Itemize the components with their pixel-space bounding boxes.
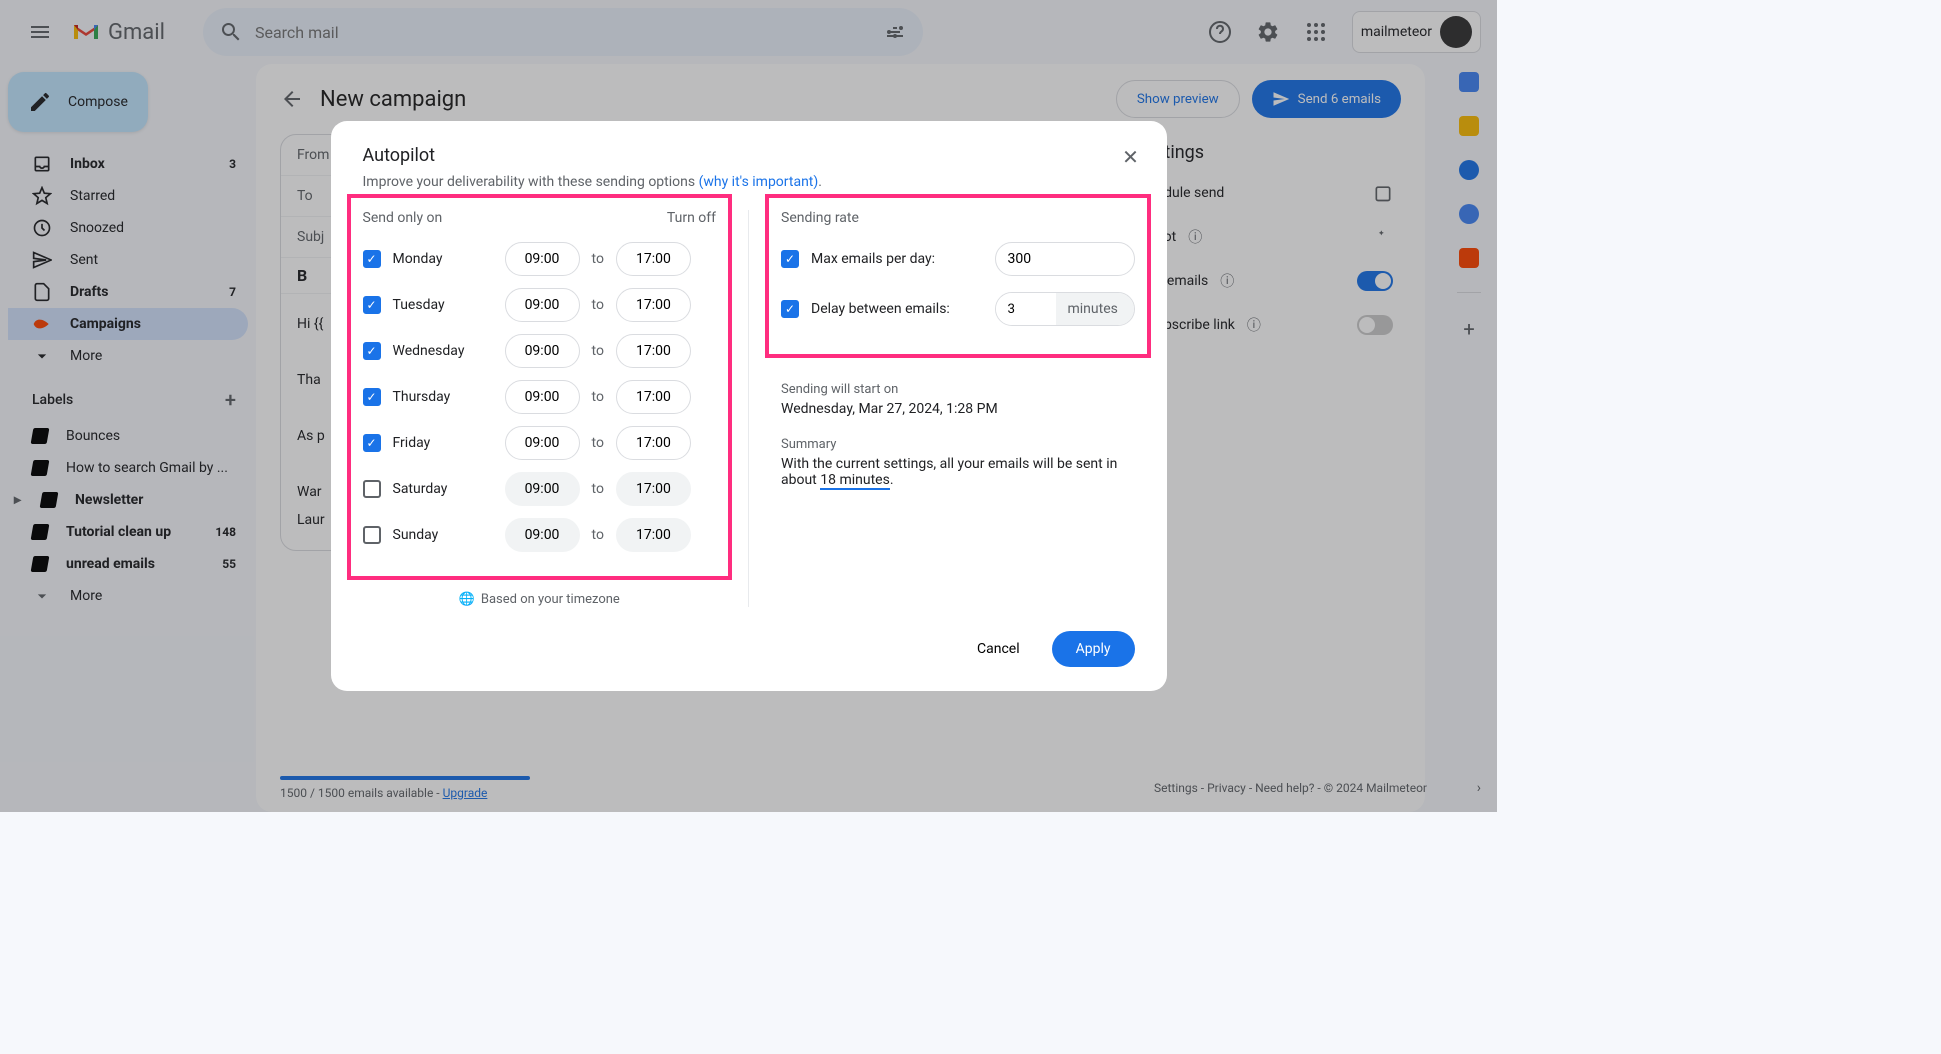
day-label: Monday (393, 251, 493, 267)
day-label: Tuesday (393, 297, 493, 313)
day-label: Friday (393, 435, 493, 451)
end-time-input[interactable] (616, 380, 691, 414)
modal-close-button[interactable]: ✕ (1115, 141, 1147, 173)
start-time-input[interactable] (505, 242, 580, 276)
delay-value-input[interactable] (996, 293, 1056, 325)
end-time-input[interactable] (616, 426, 691, 460)
modal-overlay: ✕ Autopilot Improve your deliverability … (0, 0, 1497, 812)
why-important-link[interactable]: (why it's important) (699, 174, 819, 190)
start-time-input[interactable] (505, 472, 580, 506)
summary-text: With the current settings, all your emai… (781, 456, 1135, 488)
day-row-friday: ✓Fridayto (363, 426, 717, 460)
day-row-thursday: ✓Thursdayto (363, 380, 717, 414)
day-label: Wednesday (393, 343, 493, 359)
end-time-input[interactable] (616, 242, 691, 276)
day-checkbox[interactable]: ✓ (363, 342, 381, 360)
day-row-sunday: Sundayto (363, 518, 717, 552)
modal-title: Autopilot (363, 145, 1135, 166)
end-time-input[interactable] (616, 334, 691, 368)
schedule-highlight: Send only on Turn off ✓Mondayto✓Tuesdayt… (347, 194, 733, 580)
start-time-input[interactable] (505, 518, 580, 552)
apply-button[interactable]: Apply (1052, 631, 1135, 667)
cancel-button[interactable]: Cancel (957, 631, 1040, 667)
day-checkbox[interactable]: ✓ (363, 434, 381, 452)
day-row-monday: ✓Mondayto (363, 242, 717, 276)
day-checkbox[interactable]: ✓ (363, 388, 381, 406)
day-checkbox[interactable] (363, 526, 381, 544)
start-time-input[interactable] (505, 288, 580, 322)
start-time-input[interactable] (505, 334, 580, 368)
day-label: Saturday (393, 481, 493, 497)
rate-highlight: Sending rate ✓ Max emails per day: ✓ Del… (765, 194, 1151, 358)
delay-input-group: minutes (995, 292, 1135, 326)
day-row-wednesday: ✓Wednesdayto (363, 334, 717, 368)
delay-unit[interactable]: minutes (1056, 293, 1134, 325)
schedule-column: Send only on Turn off ✓Mondayto✓Tuesdayt… (363, 210, 717, 607)
start-time-input[interactable] (505, 426, 580, 460)
delay-checkbox[interactable]: ✓ (781, 300, 799, 318)
end-time-input[interactable] (616, 518, 691, 552)
day-checkbox[interactable]: ✓ (363, 250, 381, 268)
max-emails-checkbox[interactable]: ✓ (781, 250, 799, 268)
max-emails-input[interactable] (995, 242, 1135, 276)
rate-column: Sending rate ✓ Max emails per day: ✓ Del… (781, 210, 1135, 607)
autopilot-modal: ✕ Autopilot Improve your deliverability … (331, 121, 1167, 691)
end-time-input[interactable] (616, 472, 691, 506)
day-row-tuesday: ✓Tuesdayto (363, 288, 717, 322)
end-time-input[interactable] (616, 288, 691, 322)
timezone-note: 🌐 Based on your timezone (363, 592, 717, 607)
day-row-saturday: Saturdayto (363, 472, 717, 506)
day-label: Thursday (393, 389, 493, 405)
day-label: Sunday (393, 527, 493, 543)
start-time-value: Wednesday, Mar 27, 2024, 1:28 PM (781, 401, 1135, 417)
globe-icon: 🌐 (459, 592, 475, 607)
turn-off-link[interactable]: Turn off (667, 210, 716, 226)
modal-subtitle: Improve your deliverability with these s… (363, 174, 1135, 190)
day-checkbox[interactable]: ✓ (363, 296, 381, 314)
day-checkbox[interactable] (363, 480, 381, 498)
start-time-input[interactable] (505, 380, 580, 414)
